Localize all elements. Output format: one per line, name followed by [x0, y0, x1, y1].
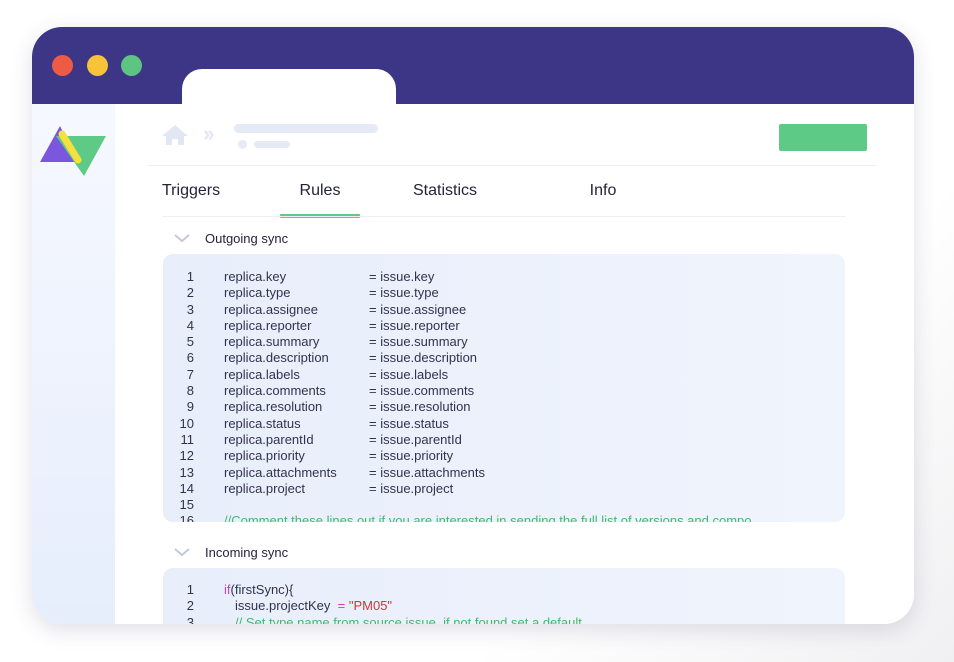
code-right: = issue.assignee [369, 301, 467, 317]
line-number: 12 [179, 448, 194, 464]
line-number: 15 [179, 497, 194, 513]
code-left: replica.attachments [224, 464, 337, 480]
line-number: 10 [179, 415, 194, 431]
tabs-divider [162, 216, 846, 217]
code-right: = issue.labels [369, 366, 449, 382]
code-left: replica.project [224, 480, 305, 496]
tab-bar: Triggers Rules Statistics Info [115, 180, 914, 218]
tab-rules[interactable]: Rules [280, 180, 360, 216]
chevron-down-icon [174, 548, 190, 557]
code-comment: //Comment these lines out if you are int… [224, 513, 752, 522]
line-number: 14 [179, 480, 194, 496]
code-text: if(firstSync){ [224, 582, 294, 597]
code-comment: // Set type name from source issue, if n… [235, 614, 582, 624]
chevron-down-icon [174, 234, 190, 243]
code-left: replica.status [224, 415, 301, 431]
code-right: = issue.attachments [369, 464, 485, 480]
breadcrumb-placeholder-dot [238, 140, 247, 149]
browser-tab[interactable] [182, 69, 396, 109]
code-left: replica.assignee [224, 301, 318, 317]
incoming-sync-toggle[interactable]: Incoming sync [173, 542, 288, 562]
breadcrumb-separator-icon: ›› [203, 121, 215, 146]
code-right: = issue.project [369, 480, 454, 496]
line-number: 1 [186, 269, 194, 284]
primary-action-button[interactable] [779, 124, 867, 151]
code-left: replica.comments [224, 383, 326, 399]
line-number: 6 [186, 350, 194, 366]
browser-window: ›› Triggers Rules Statistics Info Outgoi… [32, 27, 914, 624]
line-number: 3 [186, 614, 194, 624]
code-left: replica.key [224, 269, 287, 284]
code-left: replica.priority [224, 448, 305, 464]
line-number: 16 [179, 513, 194, 522]
line-number: 9 [186, 399, 194, 415]
line-number: 1 [186, 582, 194, 597]
line-number: 2 [186, 285, 194, 301]
code-right: = issue.type [369, 285, 439, 301]
line-number: 4 [186, 317, 194, 333]
line-number: 8 [186, 383, 194, 399]
line-number: 5 [186, 334, 194, 350]
code-left: replica.labels [224, 366, 300, 382]
minimize-window-button[interactable] [87, 55, 108, 76]
code-left: replica.description [224, 350, 329, 366]
app-logo-icon [40, 126, 106, 176]
line-number: 2 [186, 598, 194, 614]
incoming-sync-editor[interactable]: 1 if(firstSync){ 2 issue.projectKey = "P… [163, 568, 845, 624]
code-left: replica.summary [224, 334, 320, 350]
code-right: = issue.comments [369, 383, 475, 399]
sidebar [32, 104, 115, 624]
line-number: 3 [186, 301, 194, 317]
header-divider [147, 165, 877, 166]
main-content: ›› Triggers Rules Statistics Info Outgoi… [115, 104, 914, 624]
line-number: 11 [180, 431, 195, 447]
tab-info[interactable]: Info [583, 180, 623, 216]
code-right: = issue.key [369, 269, 435, 284]
code-right: = issue.summary [369, 334, 468, 350]
tab-statistics[interactable]: Statistics [405, 180, 485, 216]
code-right: = issue.status [369, 415, 449, 431]
close-window-button[interactable] [52, 55, 73, 76]
incoming-sync-title: Incoming sync [205, 544, 289, 560]
outgoing-sync-editor[interactable]: 1 replica.key = issue.key 2 replica.type = is… [163, 254, 845, 522]
breadcrumb-placeholder [234, 124, 378, 133]
code-left: replica.parentId [224, 431, 314, 447]
code-text: issue.projectKey = "PM05" [235, 598, 393, 614]
code-left: replica.type [224, 285, 291, 301]
code-right: = issue.reporter [369, 317, 460, 333]
code-right: = issue.description [369, 350, 478, 366]
breadcrumb-placeholder-short [254, 141, 290, 148]
title-bar [32, 27, 914, 109]
line-number: 13 [179, 464, 194, 480]
code-left: replica.reporter [224, 317, 312, 333]
code-right: = issue.priority [369, 448, 454, 464]
home-icon[interactable] [161, 124, 189, 146]
maximize-window-button[interactable] [121, 55, 142, 76]
code-right: = issue.resolution [369, 399, 471, 415]
code-left: replica.resolution [224, 399, 323, 415]
tab-triggers[interactable]: Triggers [162, 180, 232, 216]
line-number: 7 [186, 366, 194, 382]
code-right: = issue.parentId [369, 431, 462, 447]
outgoing-sync-title: Outgoing sync [205, 230, 289, 246]
outgoing-sync-toggle[interactable]: Outgoing sync [173, 228, 288, 248]
